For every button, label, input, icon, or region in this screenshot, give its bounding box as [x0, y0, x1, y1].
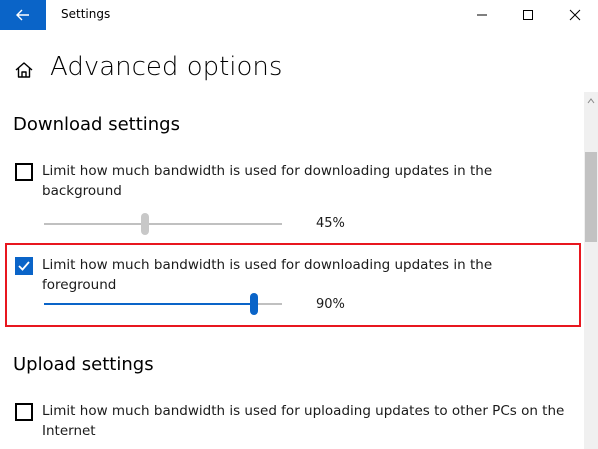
background-limit-checkbox[interactable] [15, 163, 33, 181]
upload-settings-heading: Upload settings [13, 354, 154, 375]
background-slider-value: 45% [316, 216, 345, 231]
foreground-slider-fill [44, 303, 254, 305]
title-bar: Settings [0, 0, 598, 30]
home-icon[interactable] [14, 60, 34, 80]
foreground-limit-label: Limit how much bandwidth is used for dow… [42, 257, 493, 293]
maximize-button[interactable] [505, 0, 551, 30]
close-icon [569, 9, 581, 21]
checkmark-icon [18, 261, 30, 271]
foreground-slider-value: 90% [316, 297, 345, 312]
download-settings-heading: Download settings [13, 114, 180, 135]
page-title: Advanced options [50, 52, 283, 82]
back-button[interactable] [0, 0, 46, 30]
minimize-icon [477, 14, 487, 16]
maximize-icon [523, 10, 533, 20]
window-title: Settings [61, 7, 111, 21]
background-limit-label: Limit how much bandwidth is used for dow… [42, 163, 493, 199]
scroll-up-icon[interactable] [584, 94, 598, 108]
background-slider-thumb[interactable] [141, 213, 149, 235]
close-button[interactable] [552, 0, 598, 30]
upload-limit-label: Limit how much bandwidth is used for upl… [42, 403, 565, 439]
scrollbar[interactable] [584, 92, 598, 449]
foreground-limit-checkbox[interactable] [15, 257, 33, 275]
arrow-left-icon [16, 9, 29, 21]
minimize-button[interactable] [459, 0, 505, 30]
scrollbar-thumb[interactable] [585, 152, 597, 242]
background-slider-track [44, 223, 282, 225]
foreground-slider-track [254, 303, 282, 305]
upload-limit-checkbox[interactable] [15, 403, 33, 421]
foreground-slider-thumb[interactable] [250, 293, 258, 315]
